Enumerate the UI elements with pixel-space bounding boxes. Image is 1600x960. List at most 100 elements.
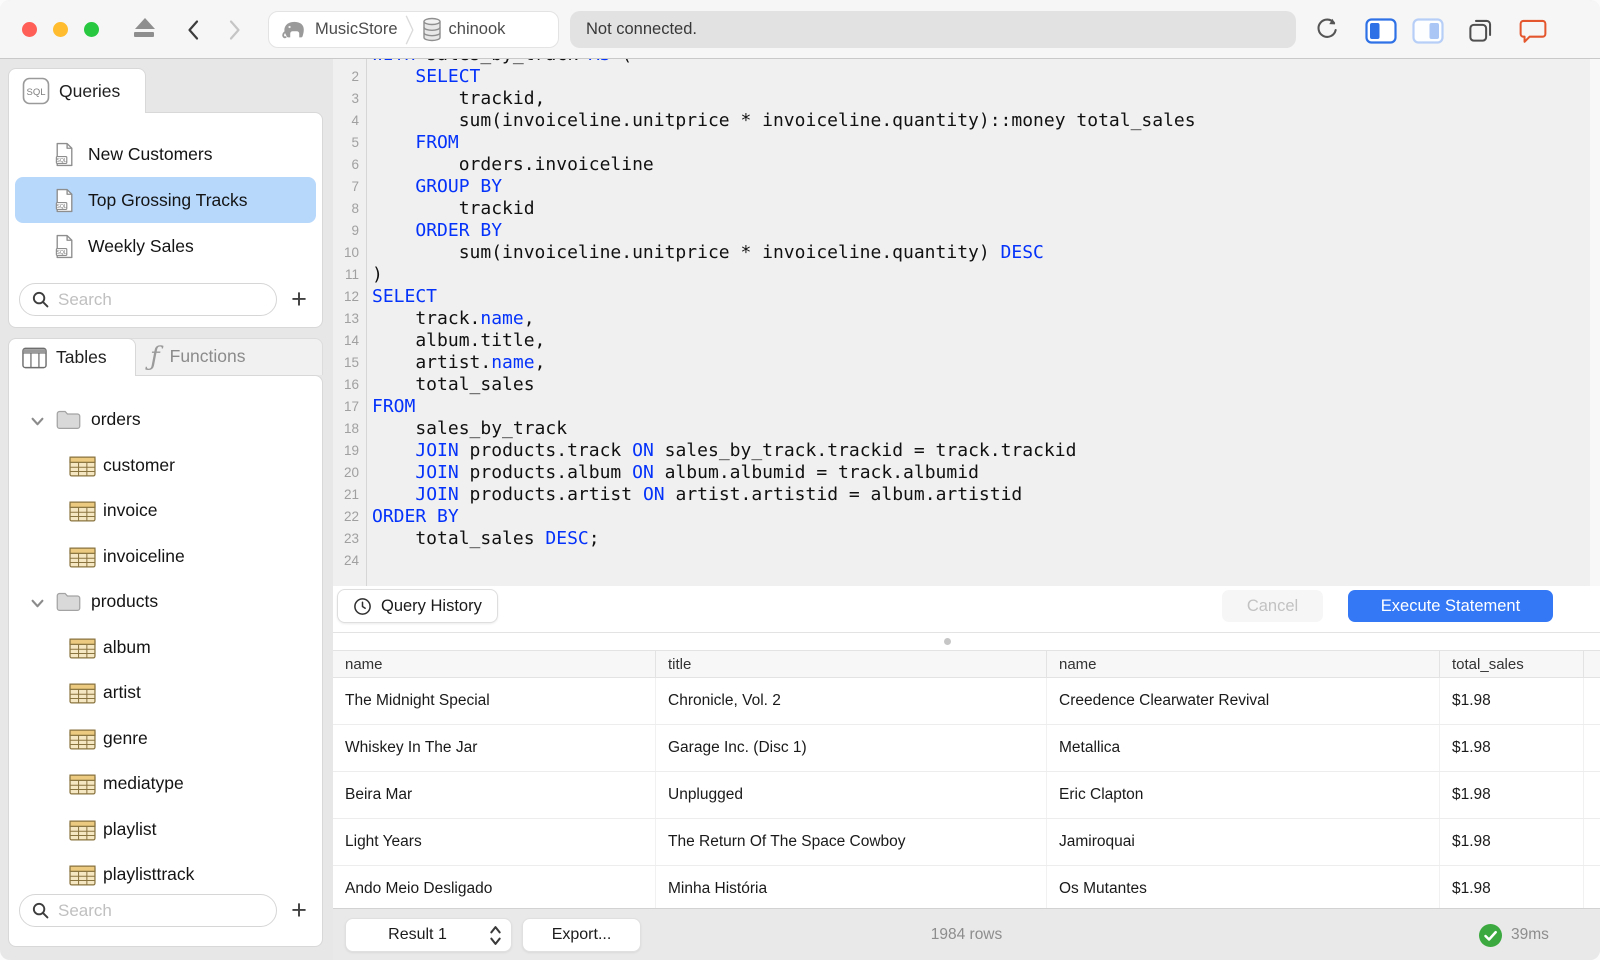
refresh-button[interactable]	[1313, 16, 1341, 44]
query-list-item[interactable]: SQL Weekly Sales	[15, 223, 316, 269]
zoom-window-button[interactable]	[84, 22, 99, 37]
tree-row-genre[interactable]: genre	[9, 717, 322, 763]
code-line[interactable]: )	[372, 264, 1196, 286]
code-line[interactable]: trackid	[372, 198, 1196, 220]
export-button[interactable]: Export...	[522, 918, 641, 952]
query-search-input[interactable]	[58, 289, 248, 310]
results-cell[interactable]: Garage Inc. (Disc 1)	[656, 725, 1047, 771]
results-cell[interactable]: Metallica	[1047, 725, 1440, 771]
results-cell[interactable]: The Return Of The Space Cowboy	[656, 819, 1047, 865]
table-search-input[interactable]	[58, 900, 248, 921]
result-selector[interactable]: Result 1	[345, 918, 512, 952]
column-header-name[interactable]: name	[333, 651, 656, 677]
results-cell[interactable]: Os Mutantes	[1047, 866, 1440, 908]
tree-row-playlist[interactable]: playlist	[9, 808, 322, 854]
code-line[interactable]	[372, 550, 1196, 572]
results-cell[interactable]: Light Years	[333, 819, 656, 865]
code-line[interactable]: track.name,	[372, 308, 1196, 330]
editor-scrollbar-track[interactable]	[1590, 59, 1600, 586]
results-cell[interactable]: Chronicle, Vol. 2	[656, 678, 1047, 724]
results-cell[interactable]: $1.98	[1440, 819, 1584, 865]
back-button[interactable]	[186, 19, 200, 41]
column-header-name[interactable]: name	[1047, 651, 1440, 677]
forward-button[interactable]	[228, 19, 242, 41]
results-cell[interactable]: The Midnight Special	[333, 678, 656, 724]
tree-row-invoice[interactable]: invoice	[9, 489, 322, 535]
code-line[interactable]: sum(invoiceline.unitprice * invoiceline.…	[372, 242, 1196, 264]
tree-row-products[interactable]: products	[9, 580, 322, 626]
chevron-down-icon[interactable]	[31, 599, 44, 608]
sql-editor[interactable]: 123456789101112131415161718192021222324 …	[333, 59, 1600, 586]
tree-row-invoiceline[interactable]: invoiceline	[9, 535, 322, 581]
code-line[interactable]: SELECT	[372, 66, 1196, 88]
code-line[interactable]: GROUP BY	[372, 176, 1196, 198]
code-line[interactable]: sales_by_track	[372, 418, 1196, 440]
tree-row-customer[interactable]: customer	[9, 444, 322, 490]
results-cell[interactable]: Ando Meio Desligado	[333, 866, 656, 908]
code-line[interactable]: FROM	[372, 132, 1196, 154]
execute-statement-button[interactable]: Execute Statement	[1348, 590, 1553, 622]
minimize-window-button[interactable]	[53, 22, 68, 37]
query-history-button[interactable]: Query History	[337, 589, 498, 623]
code-line[interactable]: ORDER BY	[372, 220, 1196, 242]
code-line[interactable]: trackid,	[372, 88, 1196, 110]
tree-row-mediatype[interactable]: mediatype	[9, 762, 322, 808]
table-search-field[interactable]	[19, 894, 277, 927]
cancel-button[interactable]: Cancel	[1222, 590, 1323, 622]
results-cell[interactable]: $1.98	[1440, 866, 1584, 908]
results-cell[interactable]: Unplugged	[656, 772, 1047, 818]
code-line[interactable]: JOIN products.artist ON artist.artistid …	[372, 484, 1196, 506]
toggle-left-sidebar-button[interactable]	[1364, 17, 1398, 44]
code-line[interactable]: artist.name,	[372, 352, 1196, 374]
chevron-down-icon[interactable]	[31, 417, 44, 426]
pane-splitter[interactable]	[333, 632, 1600, 650]
code-line[interactable]: WITH sales_by_track AS (	[372, 59, 1196, 66]
code-line[interactable]: album.title,	[372, 330, 1196, 352]
disconnect-eject-button[interactable]	[134, 18, 156, 37]
code-line[interactable]: SELECT	[372, 286, 1196, 308]
code-line[interactable]: orders.invoiceline	[372, 154, 1196, 176]
results-cell[interactable]: Creedence Clearwater Revival	[1047, 678, 1440, 724]
tree-row-artist[interactable]: artist	[9, 671, 322, 717]
code-line[interactable]: total_sales DESC;	[372, 528, 1196, 550]
breadcrumb-database[interactable]: chinook	[449, 20, 506, 39]
sql-code[interactable]: WITH sales_by_track AS ( SELECT trackid,…	[372, 59, 1196, 572]
splitter-handle[interactable]	[944, 638, 951, 645]
toggle-right-sidebar-button[interactable]	[1411, 17, 1445, 44]
results-row[interactable]: Light Years The Return Of The Space Cowbo…	[333, 819, 1600, 866]
results-cell[interactable]: Eric Clapton	[1047, 772, 1440, 818]
code-line[interactable]: FROM	[372, 396, 1196, 418]
tree-row-album[interactable]: album	[9, 626, 322, 672]
results-cell[interactable]: Whiskey In The Jar	[333, 725, 656, 771]
add-table-button[interactable]: +	[281, 892, 317, 928]
windows-button[interactable]	[1465, 16, 1495, 44]
results-row[interactable]: Whiskey In The Jar Garage Inc. (Disc 1) Me…	[333, 725, 1600, 772]
query-search-field[interactable]	[19, 283, 277, 316]
code-line[interactable]: JOIN products.album ON album.albumid = t…	[372, 462, 1196, 484]
tab-queries[interactable]: SQL Queries	[8, 68, 146, 113]
code-line[interactable]: JOIN products.track ON sales_by_track.tr…	[372, 440, 1196, 462]
query-list-item[interactable]: SQL Top Grossing Tracks	[15, 177, 316, 223]
code-line[interactable]: total_sales	[372, 374, 1196, 396]
results-row[interactable]: Beira Mar Unplugged Eric Clapton $1.98	[333, 772, 1600, 819]
code-line[interactable]: sum(invoiceline.unitprice * invoiceline.…	[372, 110, 1196, 132]
tab-functions[interactable]: ƒ Functions	[150, 338, 310, 375]
tab-tables[interactable]: Tables	[8, 338, 136, 376]
results-row[interactable]: Ando Meio Desligado Minha História Os Muta…	[333, 866, 1600, 908]
results-cell[interactable]: $1.98	[1440, 678, 1584, 724]
results-cell[interactable]: $1.98	[1440, 772, 1584, 818]
results-cell[interactable]: Beira Mar	[333, 772, 656, 818]
tree-row-playlisttrack[interactable]: playlisttrack	[9, 853, 322, 899]
results-cell[interactable]: $1.98	[1440, 725, 1584, 771]
breadcrumb-server[interactable]: MusicStore	[315, 20, 398, 39]
results-cell[interactable]: Jamiroquai	[1047, 819, 1440, 865]
results-cell[interactable]: Minha História	[656, 866, 1047, 908]
column-header-title[interactable]: title	[656, 651, 1047, 677]
query-list-item[interactable]: SQL New Customers	[15, 131, 316, 177]
close-window-button[interactable]	[22, 22, 37, 37]
add-query-button[interactable]: +	[281, 281, 317, 317]
tree-row-orders[interactable]: orders	[9, 398, 322, 444]
results-row[interactable]: The Midnight Special Chronicle, Vol. 2 Cre…	[333, 678, 1600, 725]
feedback-button[interactable]	[1517, 16, 1549, 44]
column-header-total_sales[interactable]: total_sales	[1440, 651, 1584, 677]
